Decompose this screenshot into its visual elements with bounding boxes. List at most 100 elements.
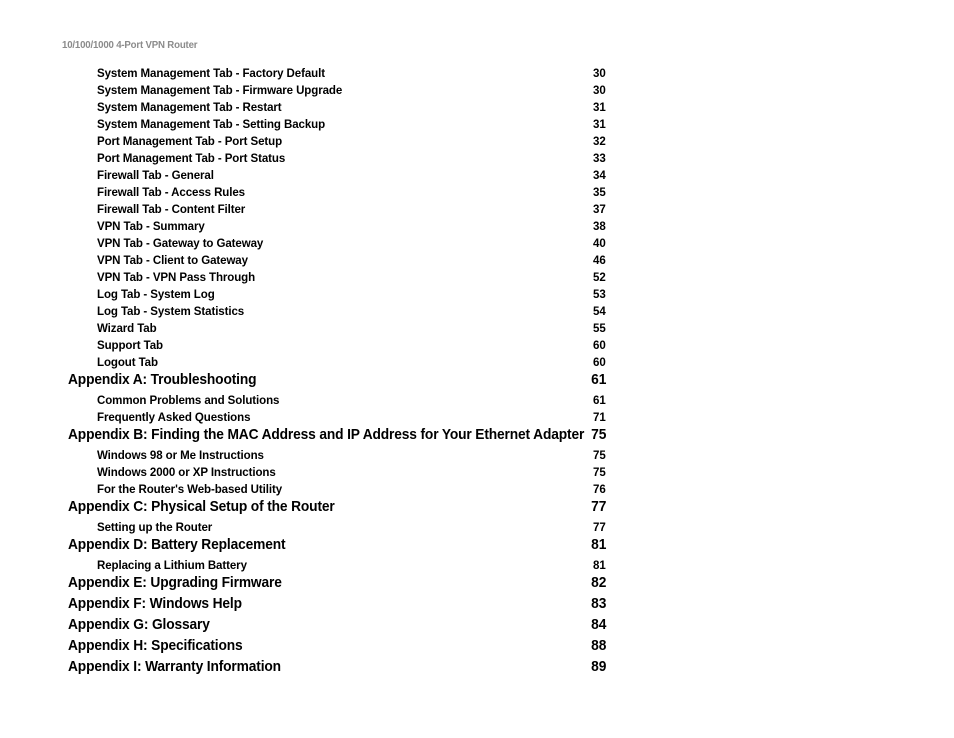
toc-entry-page-number: 37 — [593, 202, 606, 216]
toc-entry-title: Appendix C: Physical Setup of the Router — [68, 499, 335, 515]
toc-entry-page-number: 77 — [593, 520, 606, 534]
toc-entry-title: For the Router's Web-based Utility — [97, 482, 283, 496]
toc-entry-page-number: 71 — [593, 410, 606, 424]
toc-entry-page-number: 60 — [593, 338, 606, 352]
toc-entry[interactable]: Replacing a Lithium Battery 81 — [0, 558, 954, 575]
toc-entry-title: System Management Tab - Factory Default — [97, 66, 325, 80]
toc-entry-title: Appendix G: Glossary — [68, 617, 210, 633]
toc-entry[interactable]: Appendix E: Upgrading Firmware 82 — [0, 575, 954, 596]
toc-entry[interactable]: Appendix A: Troubleshooting 61 — [0, 372, 954, 393]
toc-entry-page-number: 60 — [593, 355, 606, 369]
toc-entry-page-number: 61 — [593, 393, 606, 407]
toc-entry[interactable]: System Management Tab - Factory Default 3… — [0, 66, 954, 83]
toc-entry-page-number: 53 — [593, 287, 606, 301]
toc-entry-title: Appendix B: Finding the MAC Address and … — [68, 427, 585, 443]
document-page: 10/100/1000 4-Port VPN Router System Man… — [0, 0, 954, 738]
toc-entry[interactable]: System Management Tab - Restart 31 — [0, 100, 954, 117]
toc-entry-title: Replacing a Lithium Battery — [97, 558, 247, 572]
toc-entry-page-number: 75 — [593, 448, 606, 462]
toc-entry[interactable]: Logout Tab 60 — [0, 355, 954, 372]
toc-entry[interactable]: Common Problems and Solutions 61 — [0, 393, 954, 410]
toc-entry-page-number: 46 — [593, 253, 606, 267]
toc-entry-page-number: 52 — [593, 270, 606, 284]
toc-entry-title: Port Management Tab - Port Setup — [97, 134, 283, 148]
toc-entry-page-number: 84 — [590, 617, 606, 633]
toc-entry[interactable]: Appendix B: Finding the MAC Address and … — [0, 427, 954, 448]
toc-entry[interactable]: Firewall Tab - General 34 — [0, 168, 954, 185]
toc-entry-title: Appendix H: Specifications — [68, 638, 243, 654]
toc-entry-page-number: 30 — [593, 66, 606, 80]
toc-entry-page-number: 34 — [593, 168, 606, 182]
toc-entry-title: Log Tab - System Log — [97, 287, 215, 301]
toc-entry[interactable]: Log Tab - System Log 53 — [0, 287, 954, 304]
toc-entry-title: Appendix A: Troubleshooting — [68, 372, 257, 388]
toc-entry-title: Appendix F: Windows Help — [68, 596, 242, 612]
toc-entry-page-number: 75 — [590, 427, 606, 443]
toc-entry-title: Frequently Asked Questions — [97, 410, 251, 424]
toc-entry-title: Appendix I: Warranty Information — [68, 659, 281, 675]
toc-entry[interactable]: For the Router's Web-based Utility 76 — [0, 482, 954, 499]
toc-entry[interactable]: Firewall Tab - Access Rules 35 — [0, 185, 954, 202]
toc-entry[interactable]: Support Tab 60 — [0, 338, 954, 355]
toc-entry-title: VPN Tab - Client to Gateway — [97, 253, 248, 267]
toc-entry[interactable]: Appendix F: Windows Help 83 — [0, 596, 954, 617]
toc-entry[interactable]: Windows 98 or Me Instructions 75 — [0, 448, 954, 465]
toc-entry-title: System Management Tab - Setting Backup — [97, 117, 326, 131]
toc-entry[interactable]: Appendix G: Glossary 84 — [0, 617, 954, 638]
running-header: 10/100/1000 4-Port VPN Router — [62, 39, 198, 51]
toc-entry[interactable]: Setting up the Router 77 — [0, 520, 954, 537]
toc-entry-title: Logout Tab — [97, 355, 158, 369]
toc-entry-title: Support Tab — [97, 338, 163, 352]
toc-entry[interactable]: VPN Tab - Client to Gateway 46 — [0, 253, 954, 270]
toc-entry-title: VPN Tab - Summary — [97, 219, 205, 233]
toc-entry[interactable]: System Management Tab - Firmware Upgrade… — [0, 83, 954, 100]
toc-entry[interactable]: Windows 2000 or XP Instructions 75 — [0, 465, 954, 482]
toc-entry-page-number: 31 — [593, 117, 606, 131]
toc-entry-title: Log Tab - System Statistics — [97, 304, 245, 318]
toc-entry-page-number: 76 — [593, 482, 606, 496]
toc-entry-page-number: 83 — [590, 596, 606, 612]
toc-entry-page-number: 61 — [590, 372, 606, 388]
toc-entry[interactable]: Appendix D: Battery Replacement 81 — [0, 537, 954, 558]
toc-entry-title: Firewall Tab - Access Rules — [97, 185, 246, 199]
toc-entry[interactable]: Frequently Asked Questions 71 — [0, 410, 954, 427]
toc-entry[interactable]: Firewall Tab - Content Filter 37 — [0, 202, 954, 219]
toc-entry-page-number: 35 — [593, 185, 606, 199]
toc-entry[interactable]: System Management Tab - Setting Backup 31 — [0, 117, 954, 134]
toc-entry-page-number: 30 — [593, 83, 606, 97]
toc-entry-title: Firewall Tab - General — [97, 168, 214, 182]
toc-entry-title: Windows 98 or Me Instructions — [97, 448, 264, 462]
toc-entry[interactable]: VPN Tab - VPN Pass Through 52 — [0, 270, 954, 287]
toc-entry-title: VPN Tab - VPN Pass Through — [97, 270, 256, 284]
toc-entry-page-number: 38 — [593, 219, 606, 233]
toc-entry-page-number: 82 — [590, 575, 606, 591]
table-of-contents: System Management Tab - Factory Default 3… — [0, 66, 954, 680]
toc-entry-page-number: 81 — [593, 558, 606, 572]
toc-entry-title: Appendix E: Upgrading Firmware — [68, 575, 282, 591]
toc-entry-title: Wizard Tab — [97, 321, 157, 335]
toc-entry-title: Windows 2000 or XP Instructions — [97, 465, 276, 479]
toc-entry[interactable]: Port Management Tab - Port Status 33 — [0, 151, 954, 168]
toc-entry-title: Setting up the Router — [97, 520, 213, 534]
toc-entry-page-number: 40 — [593, 236, 606, 250]
toc-entry-title: System Management Tab - Restart — [97, 100, 282, 114]
toc-entry-page-number: 81 — [590, 537, 606, 553]
toc-entry-page-number: 55 — [593, 321, 606, 335]
toc-entry-page-number: 32 — [593, 134, 606, 148]
toc-entry-page-number: 33 — [593, 151, 606, 165]
toc-entry-page-number: 31 — [593, 100, 606, 114]
toc-entry-page-number: 54 — [593, 304, 606, 318]
toc-entry-title: Port Management Tab - Port Status — [97, 151, 286, 165]
toc-entry[interactable]: VPN Tab - Gateway to Gateway 40 — [0, 236, 954, 253]
toc-entry[interactable]: VPN Tab - Summary 38 — [0, 219, 954, 236]
toc-entry-page-number: 77 — [590, 499, 606, 515]
toc-entry[interactable]: Port Management Tab - Port Setup 32 — [0, 134, 954, 151]
toc-entry[interactable]: Appendix I: Warranty Information 89 — [0, 659, 954, 680]
toc-entry-title: System Management Tab - Firmware Upgrade — [97, 83, 343, 97]
toc-entry-title: Firewall Tab - Content Filter — [97, 202, 246, 216]
toc-entry[interactable]: Appendix C: Physical Setup of the Router… — [0, 499, 954, 520]
toc-entry-page-number: 75 — [593, 465, 606, 479]
toc-entry[interactable]: Log Tab - System Statistics 54 — [0, 304, 954, 321]
toc-entry[interactable]: Wizard Tab 55 — [0, 321, 954, 338]
toc-entry[interactable]: Appendix H: Specifications 88 — [0, 638, 954, 659]
